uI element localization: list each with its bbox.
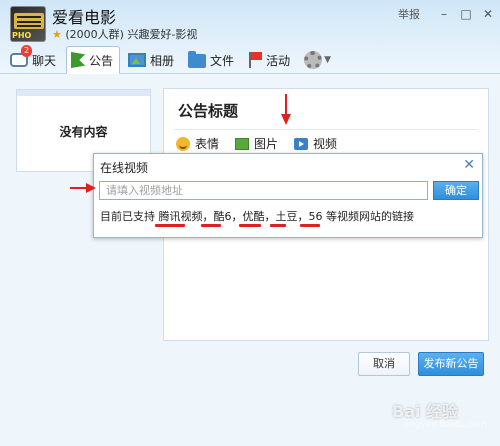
gear-icon xyxy=(304,51,323,69)
tab-label: 公告 xyxy=(89,53,114,68)
editor-toolbar: 表情 图片 视频 xyxy=(176,135,337,152)
video-url-input[interactable] xyxy=(99,181,428,200)
video-icon xyxy=(294,137,309,150)
close-window-button[interactable]: ✕ xyxy=(480,7,496,21)
tab-announcement[interactable]: 公告 xyxy=(66,46,121,74)
watermark: Bai 经验 xyxy=(392,402,459,421)
online-video-dialog: 在线视频 ✕ 确定 目前已支持 腾讯视频，酷6，优酷，土豆，56 等视频网站的链… xyxy=(93,153,483,238)
tab-label: 活动 xyxy=(266,53,291,68)
emoji-icon xyxy=(176,136,190,151)
announcement-content: 没有内容 公告标题 表情 图片 视频 取消 发布新公告 xyxy=(0,74,500,446)
publish-announcement-button[interactable]: 发布新公告 xyxy=(418,352,484,376)
maximize-button[interactable]: □ xyxy=(458,7,474,21)
annotation-underline xyxy=(201,224,221,227)
activity-flag-icon xyxy=(248,52,263,68)
tab-label: 相册 xyxy=(150,53,175,68)
folder-icon xyxy=(188,51,207,68)
confirm-button[interactable]: 确定 xyxy=(433,181,479,200)
avatar-tag: PHO xyxy=(12,31,32,40)
star-icon: ★ xyxy=(52,28,62,41)
title-buttons: 举报 – □ ✕ xyxy=(398,6,496,22)
close-icon[interactable]: ✕ xyxy=(463,157,475,173)
tab-chat[interactable]: 2 聊天 xyxy=(6,45,62,73)
annotation-underline xyxy=(270,224,286,227)
watermark-url: jingyan.baidu.com xyxy=(404,420,488,430)
group-category[interactable]: 兴趣爱好-影视 xyxy=(127,28,197,41)
picture-icon xyxy=(235,137,250,150)
annotation-arrow-right xyxy=(70,183,96,193)
tab-activity[interactable]: 活动 xyxy=(244,47,296,73)
group-title: 爱看电影 xyxy=(52,8,117,27)
announcement-flag-icon xyxy=(71,52,86,68)
group-avatar[interactable]: PHO xyxy=(10,6,46,42)
tab-label: 聊天 xyxy=(32,53,57,68)
window-header: PHO 爱看电影 ★ (2000人群) 兴趣爱好-影视 举报 – □ ✕ 2 聊… xyxy=(0,0,500,74)
group-window: PHO 爱看电影 ★ (2000人群) 兴趣爱好-影视 举报 – □ ✕ 2 聊… xyxy=(0,0,500,446)
cancel-button[interactable]: 取消 xyxy=(358,352,410,376)
dialog-title: 在线视频 xyxy=(100,161,149,175)
tab-files[interactable]: 文件 xyxy=(184,47,240,73)
report-button[interactable]: 举报 xyxy=(398,6,420,22)
annotation-underline xyxy=(155,224,185,227)
film-icon xyxy=(14,13,44,29)
annotation-underline xyxy=(300,224,320,227)
announcement-title-field[interactable]: 公告标题 xyxy=(178,100,238,121)
group-subtitle: ★ (2000人群) 兴趣爱好-影视 xyxy=(52,26,197,42)
supported-sites-note: 目前已支持 腾讯视频，酷6，优酷，土豆，56 等视频网站的链接 xyxy=(100,210,414,223)
tab-label: 文件 xyxy=(210,53,235,68)
emoji-button[interactable]: 表情 xyxy=(176,135,219,152)
annotation-underline xyxy=(239,224,261,227)
empty-message: 没有内容 xyxy=(59,125,108,139)
group-tabs: 2 聊天 公告 相册 文件 活动 ▼ xyxy=(6,45,337,74)
unread-badge: 2 xyxy=(21,45,33,57)
annotation-arrow-down xyxy=(281,94,291,126)
chevron-down-icon: ▼ xyxy=(324,55,331,65)
member-count: (2000人群) xyxy=(65,28,124,41)
settings-menu[interactable]: ▼ xyxy=(300,47,337,73)
video-button[interactable]: 视频 xyxy=(294,135,337,152)
album-icon xyxy=(128,53,147,67)
minimize-button[interactable]: – xyxy=(436,7,452,21)
tab-album[interactable]: 相册 xyxy=(124,47,180,73)
picture-button[interactable]: 图片 xyxy=(235,135,278,152)
